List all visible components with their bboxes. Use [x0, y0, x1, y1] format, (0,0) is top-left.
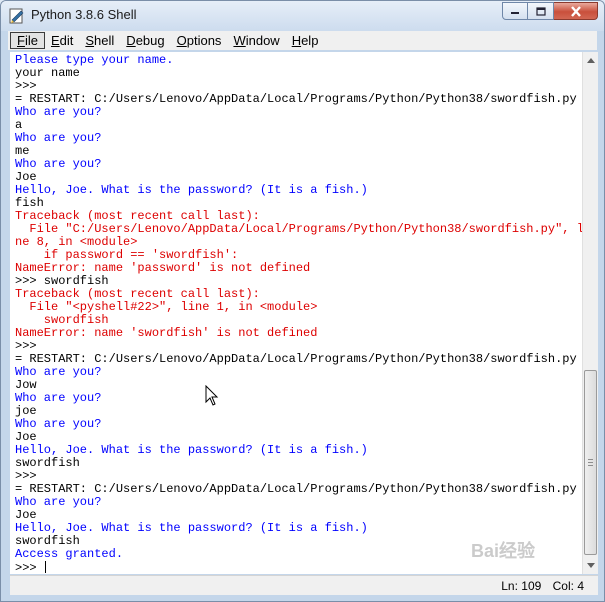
thumb-grip-line: [588, 462, 593, 463]
text-cursor: [44, 561, 46, 573]
menu-window-mnemonic: W: [233, 33, 246, 48]
menu-help[interactable]: Help: [286, 32, 325, 49]
shell-line: NameError: name 'swordfish' is not defin…: [15, 326, 318, 340]
shell-text-area[interactable]: Please type your name. your name >>> = RES…: [10, 52, 582, 574]
menu-help-label: elp: [301, 33, 319, 48]
thumb-grip-line: [588, 459, 593, 460]
thumb-grip-line: [588, 465, 593, 466]
menu-debug[interactable]: Debug: [120, 32, 170, 49]
line-number: Ln: 109: [501, 579, 542, 593]
shell-prompt: >>>: [15, 561, 44, 575]
idle-shell-window: Python 3.8.6 Shell File Edit Shell Debug…: [0, 0, 605, 602]
scroll-down-button[interactable]: [583, 557, 599, 574]
shell-line: Hello, Joe. What is the password? (It is…: [15, 521, 368, 535]
minimize-icon: [511, 12, 519, 14]
menu-edit[interactable]: Edit: [45, 32, 79, 49]
title-bar[interactable]: Python 3.8.6 Shell: [1, 1, 604, 31]
minimize-button[interactable]: [502, 2, 528, 20]
menu-help-mnemonic: H: [291, 33, 302, 48]
status-bar: Ln: 109 Col: 4: [10, 575, 598, 595]
shell-output: Please type your name. your name >>> = RES…: [15, 53, 582, 575]
shell-line: swordfish: [15, 456, 80, 470]
menu-shell-mnemonic: S: [85, 33, 95, 48]
scrollbar-thumb[interactable]: [584, 370, 597, 555]
menu-file[interactable]: File: [10, 32, 45, 49]
shell-line: Who are you?: [15, 131, 102, 145]
shell-line: your name: [15, 66, 80, 80]
menu-window[interactable]: Window: [227, 32, 285, 49]
shell-line: Hello, Joe. What is the password? (It is…: [15, 443, 368, 457]
menu-bar: File Edit Shell Debug Options Window Hel…: [8, 31, 597, 50]
scroll-down-icon: [587, 563, 595, 568]
vertical-scrollbar[interactable]: [582, 52, 598, 574]
shell-line: Who are you?: [15, 495, 102, 509]
menu-file-label: ile: [24, 33, 38, 48]
python-idle-icon: [9, 8, 24, 24]
menu-debug-label: ebug: [135, 33, 165, 48]
shell-line: Who are you?: [15, 365, 102, 379]
maximize-icon: [535, 6, 546, 16]
window-title: Python 3.8.6 Shell: [31, 7, 137, 22]
shell-line: Access granted.: [15, 547, 124, 561]
menu-shell-label: hell: [94, 33, 115, 48]
column-number: Col: 4: [552, 579, 584, 593]
menu-file-mnemonic: F: [17, 33, 25, 48]
menu-edit-mnemonic: E: [50, 33, 60, 48]
shell-prompt-line[interactable]: >>>: [15, 561, 582, 574]
menu-shell[interactable]: Shell: [79, 32, 120, 49]
maximize-button[interactable]: [528, 2, 554, 20]
menu-edit-label: dit: [59, 33, 74, 48]
menu-debug-mnemonic: D: [126, 33, 136, 48]
shell-line: Hello, Joe. What is the password? (It is…: [15, 183, 368, 197]
shell-line: Who are you?: [15, 105, 102, 119]
scroll-up-button[interactable]: [583, 52, 599, 69]
menu-options[interactable]: Options: [171, 32, 228, 49]
cursor-position: Ln: 109 Col: 4: [493, 579, 584, 593]
close-icon: [570, 5, 581, 17]
close-button[interactable]: [554, 2, 598, 20]
shell-line: Who are you?: [15, 391, 102, 405]
mouse-pointer-icon: [205, 385, 219, 406]
menu-window-label: indow: [245, 33, 280, 48]
window-controls: [502, 2, 598, 20]
shell-line: Please type your name.: [15, 53, 174, 67]
shell-line: Who are you?: [15, 417, 102, 431]
menu-options-label: ptions: [186, 33, 222, 48]
scroll-up-icon: [587, 58, 595, 63]
menu-options-mnemonic: O: [176, 33, 187, 48]
shell-line: Who are you?: [15, 157, 102, 171]
